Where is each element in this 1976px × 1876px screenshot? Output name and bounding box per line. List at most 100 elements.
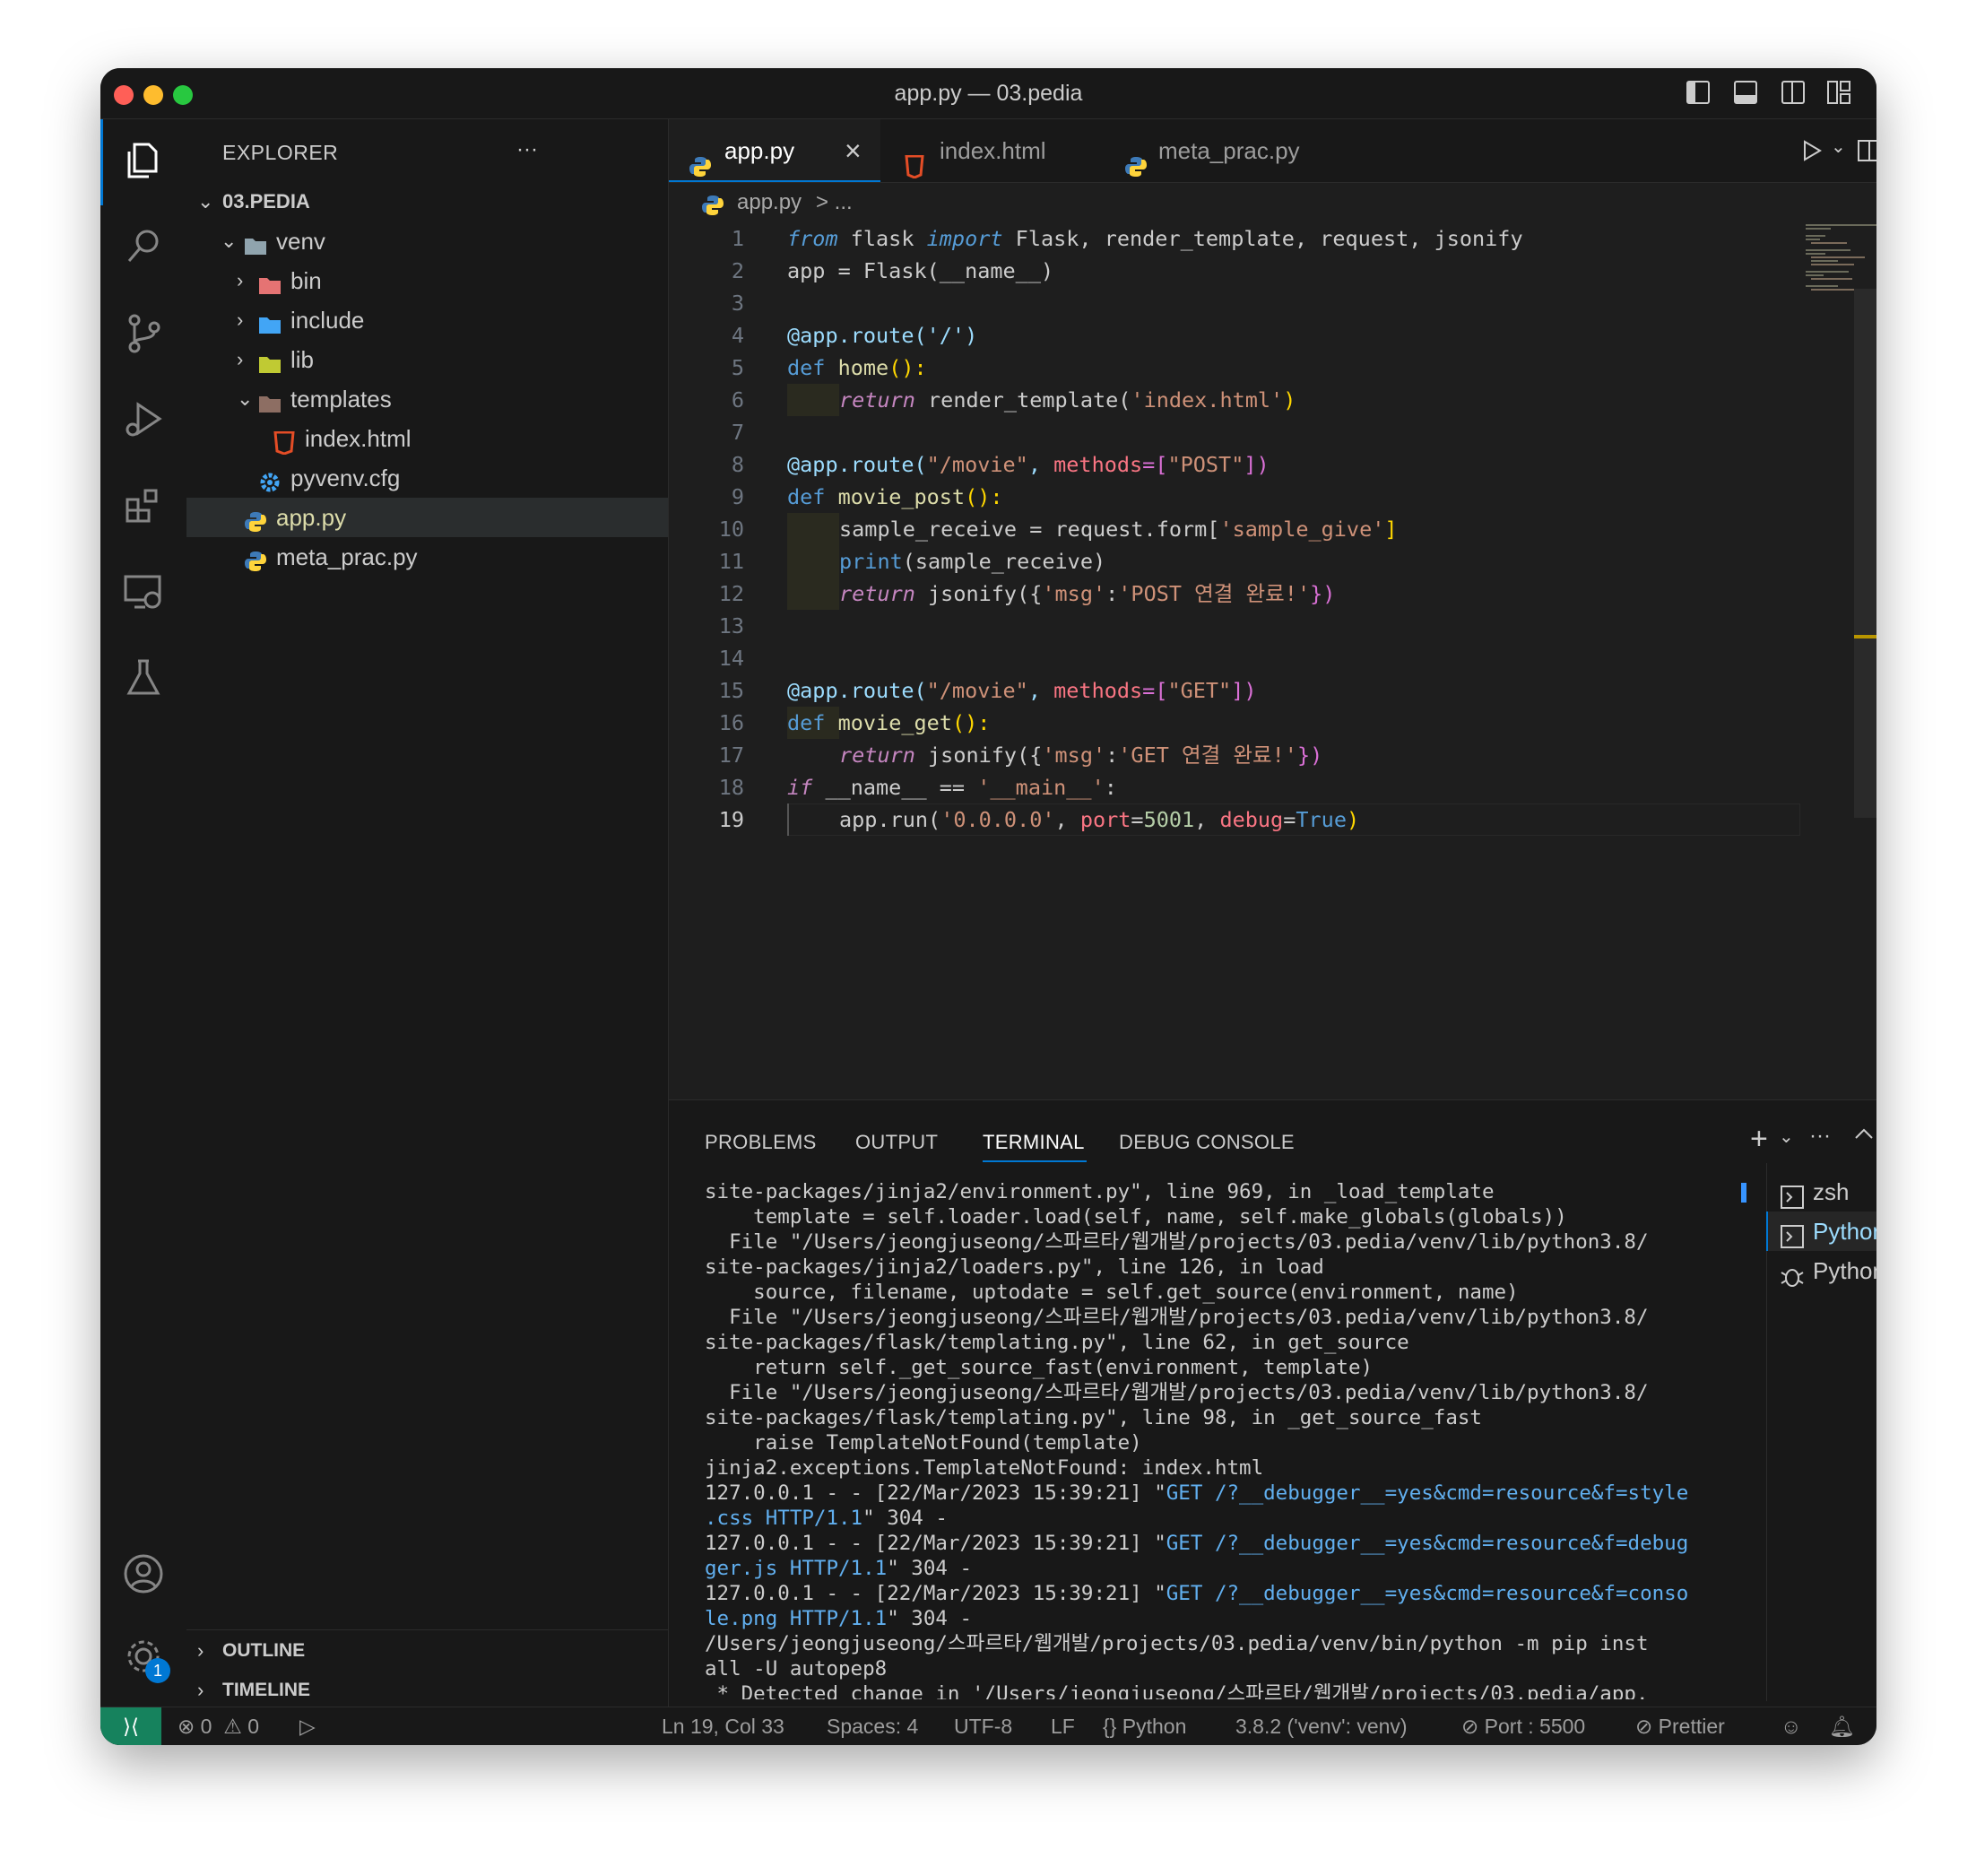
terminal-item-python[interactable]: Python xyxy=(1766,1212,1876,1251)
line-number: 13 xyxy=(718,613,744,638)
explorer-more-button[interactable]: ··· xyxy=(516,137,538,162)
cursor-position[interactable]: Ln 19, Col 33 xyxy=(662,1707,784,1745)
extensions-icon[interactable] xyxy=(122,483,165,526)
terminal-line: /Users/jeongjuseong/스파르타/웹개발/projects/03… xyxy=(705,1632,1649,1655)
title-bar: app.py — 03.pedia xyxy=(100,68,1876,119)
terminal-line: le.png HTTP/1.1" 304 - xyxy=(705,1607,973,1630)
tab-meta-prac-py[interactable]: meta_prac.py xyxy=(1101,119,1334,182)
tab-label: meta_prac.py xyxy=(1158,137,1300,164)
terminal-line: * Detected change in '/Users/jeongjuseon… xyxy=(705,1682,1649,1699)
tab-output[interactable]: OUTPUT xyxy=(855,1131,938,1154)
timeline-section[interactable]: › TIMELINE xyxy=(186,1671,668,1710)
encoding-status[interactable]: UTF-8 xyxy=(954,1707,1012,1745)
terminal-line: File "/Users/jeongjuseong/스파르타/웹개발/proje… xyxy=(705,1381,1649,1404)
terminal-output[interactable]: site-packages/jinja2/environment.py", li… xyxy=(705,1179,1754,1699)
line-number: 14 xyxy=(718,646,744,671)
bottom-panel: PROBLEMS OUTPUT TERMINAL DEBUG CONSOLE +… xyxy=(669,1099,1876,1707)
tree-label: lib xyxy=(290,346,315,373)
code-line: def movie_get(): xyxy=(787,710,991,735)
eol-status[interactable]: LF xyxy=(1051,1707,1075,1745)
tree-item-pyvenv-cfg[interactable]: pyvenv.cfg xyxy=(186,458,668,498)
chevron-down-icon: ⌄ xyxy=(221,230,238,252)
feedback-icon[interactable]: ☺ xyxy=(1781,1707,1801,1745)
terminal-item-zsh[interactable]: zsh xyxy=(1766,1172,1876,1212)
run-file-icon[interactable] xyxy=(1800,139,1824,167)
chevron-right-icon: › xyxy=(197,1679,204,1701)
tree-item-lib[interactable]: › lib xyxy=(186,340,668,379)
terminal-item-python-debug[interactable]: Python De... xyxy=(1766,1251,1876,1290)
indentation-status[interactable]: Spaces: 4 xyxy=(827,1707,918,1745)
python-icon xyxy=(244,545,267,571)
scrollbar-marker xyxy=(1854,635,1876,638)
tree-item-venv[interactable]: ⌄ venv xyxy=(186,221,668,261)
tree-item-bin[interactable]: › bin xyxy=(186,261,668,300)
tree-item-include[interactable]: › include xyxy=(186,300,668,340)
explorer-icon[interactable] xyxy=(122,139,165,182)
terminal-line: 127.0.0.1 - - [22/Mar/2023 15:39:21] "GE… xyxy=(705,1481,1689,1505)
toggle-sidebar-icon[interactable] xyxy=(1686,81,1710,104)
tab-debug-console[interactable]: DEBUG CONSOLE xyxy=(1119,1131,1295,1154)
split-editor-icon[interactable] xyxy=(1858,139,1876,167)
line-number: 3 xyxy=(731,291,744,316)
tab-index-html[interactable]: index.html xyxy=(880,119,1101,182)
line-number: 5 xyxy=(731,355,744,380)
breadcrumb-symbols[interactable]: > ... xyxy=(816,183,853,222)
toggle-panel-icon[interactable] xyxy=(1734,81,1757,104)
run-dropdown-chevron-icon[interactable]: ⌄ xyxy=(1831,135,1846,158)
workspace-root[interactable]: ⌄ 03.PEDIA xyxy=(186,182,668,221)
tree-label: include xyxy=(290,307,365,334)
testing-icon[interactable] xyxy=(122,656,165,699)
active-tab-indicator xyxy=(983,1160,1087,1162)
customize-layout-icon[interactable] xyxy=(1827,81,1850,104)
prettier-status[interactable]: ⊘ Prettier xyxy=(1635,1707,1725,1745)
terminal-scroll-marker xyxy=(1741,1183,1746,1203)
tab-terminal[interactable]: TERMINAL xyxy=(983,1131,1085,1154)
problems-status[interactable]: ⊗ 0 ⚠ 0 xyxy=(178,1707,259,1745)
line-number: 10 xyxy=(718,517,744,542)
line-number: 17 xyxy=(718,743,744,768)
breadcrumb-file[interactable]: app.py xyxy=(737,183,802,222)
search-icon[interactable] xyxy=(122,225,165,268)
maximize-panel-chevron-up-icon[interactable] xyxy=(1854,1127,1874,1144)
terminal-line: 127.0.0.1 - - [22/Mar/2023 15:39:21] "GE… xyxy=(705,1532,1689,1555)
notifications-bell-icon[interactable]: 🔔︎ xyxy=(1829,1707,1855,1745)
terminal-line: source, filename, uptodate = self.get_so… xyxy=(705,1281,1519,1304)
panel-more-icon[interactable]: ··· xyxy=(1809,1124,1831,1149)
prettier-slash-icon: ⊘ xyxy=(1635,1715,1653,1738)
terminal-dropdown-chevron-icon[interactable]: ⌄ xyxy=(1779,1125,1794,1148)
line-number: 8 xyxy=(731,452,744,477)
line-number-current: 19 xyxy=(718,807,744,832)
outline-section[interactable]: › OUTLINE xyxy=(186,1631,668,1671)
editor-scrollbar[interactable] xyxy=(1854,289,1876,818)
live-server-port[interactable]: ⊘ Port : 5500 xyxy=(1461,1707,1585,1745)
tab-app-py[interactable]: app.py × xyxy=(669,119,880,182)
debug-bug-icon xyxy=(1781,1260,1804,1290)
source-control-icon[interactable] xyxy=(122,311,165,354)
folder-icon xyxy=(258,387,282,413)
chevron-down-icon: ⌄ xyxy=(197,190,214,213)
minimap[interactable] xyxy=(1806,222,1876,294)
remote-explorer-icon[interactable] xyxy=(122,569,165,612)
tree-item-meta-prac-py[interactable]: meta_prac.py xyxy=(186,537,668,577)
manage-gear-icon[interactable]: 1 xyxy=(122,1635,170,1683)
tree-item-index-html[interactable]: index.html xyxy=(186,419,668,458)
remote-indicator-icon[interactable]: ⟩⟨ xyxy=(100,1707,161,1745)
tree-item-app-py[interactable]: app.py xyxy=(186,498,668,537)
terminal-line: template = self.loader.load(self, name, … xyxy=(705,1205,1567,1229)
code-editor[interactable]: 1 2 3 4 5 6 7 8 9 10 11 12 13 14 15 16 1… xyxy=(669,222,1876,1155)
terminal-line: File "/Users/jeongjuseong/스파르타/웹개발/proje… xyxy=(705,1306,1649,1329)
tab-label: app.py xyxy=(724,137,795,164)
tab-problems[interactable]: PROBLEMS xyxy=(705,1131,817,1154)
language-mode[interactable]: {} Python xyxy=(1103,1707,1186,1745)
folder-icon xyxy=(258,269,282,294)
tree-item-templates[interactable]: ⌄ templates xyxy=(186,379,668,419)
toggle-secondary-sidebar-icon[interactable] xyxy=(1781,81,1805,104)
python-interpreter[interactable]: 3.8.2 ('venv': venv) xyxy=(1235,1707,1408,1745)
debug-run-icon[interactable]: ▷ xyxy=(299,1707,316,1745)
accounts-icon[interactable] xyxy=(122,1552,165,1595)
new-terminal-plus-icon[interactable]: + xyxy=(1750,1122,1768,1157)
line-number: 2 xyxy=(731,258,744,283)
run-debug-icon[interactable] xyxy=(122,397,165,440)
close-tab-icon[interactable]: × xyxy=(845,119,862,182)
terminal-line: File "/Users/jeongjuseong/스파르타/웹개발/proje… xyxy=(705,1230,1649,1254)
